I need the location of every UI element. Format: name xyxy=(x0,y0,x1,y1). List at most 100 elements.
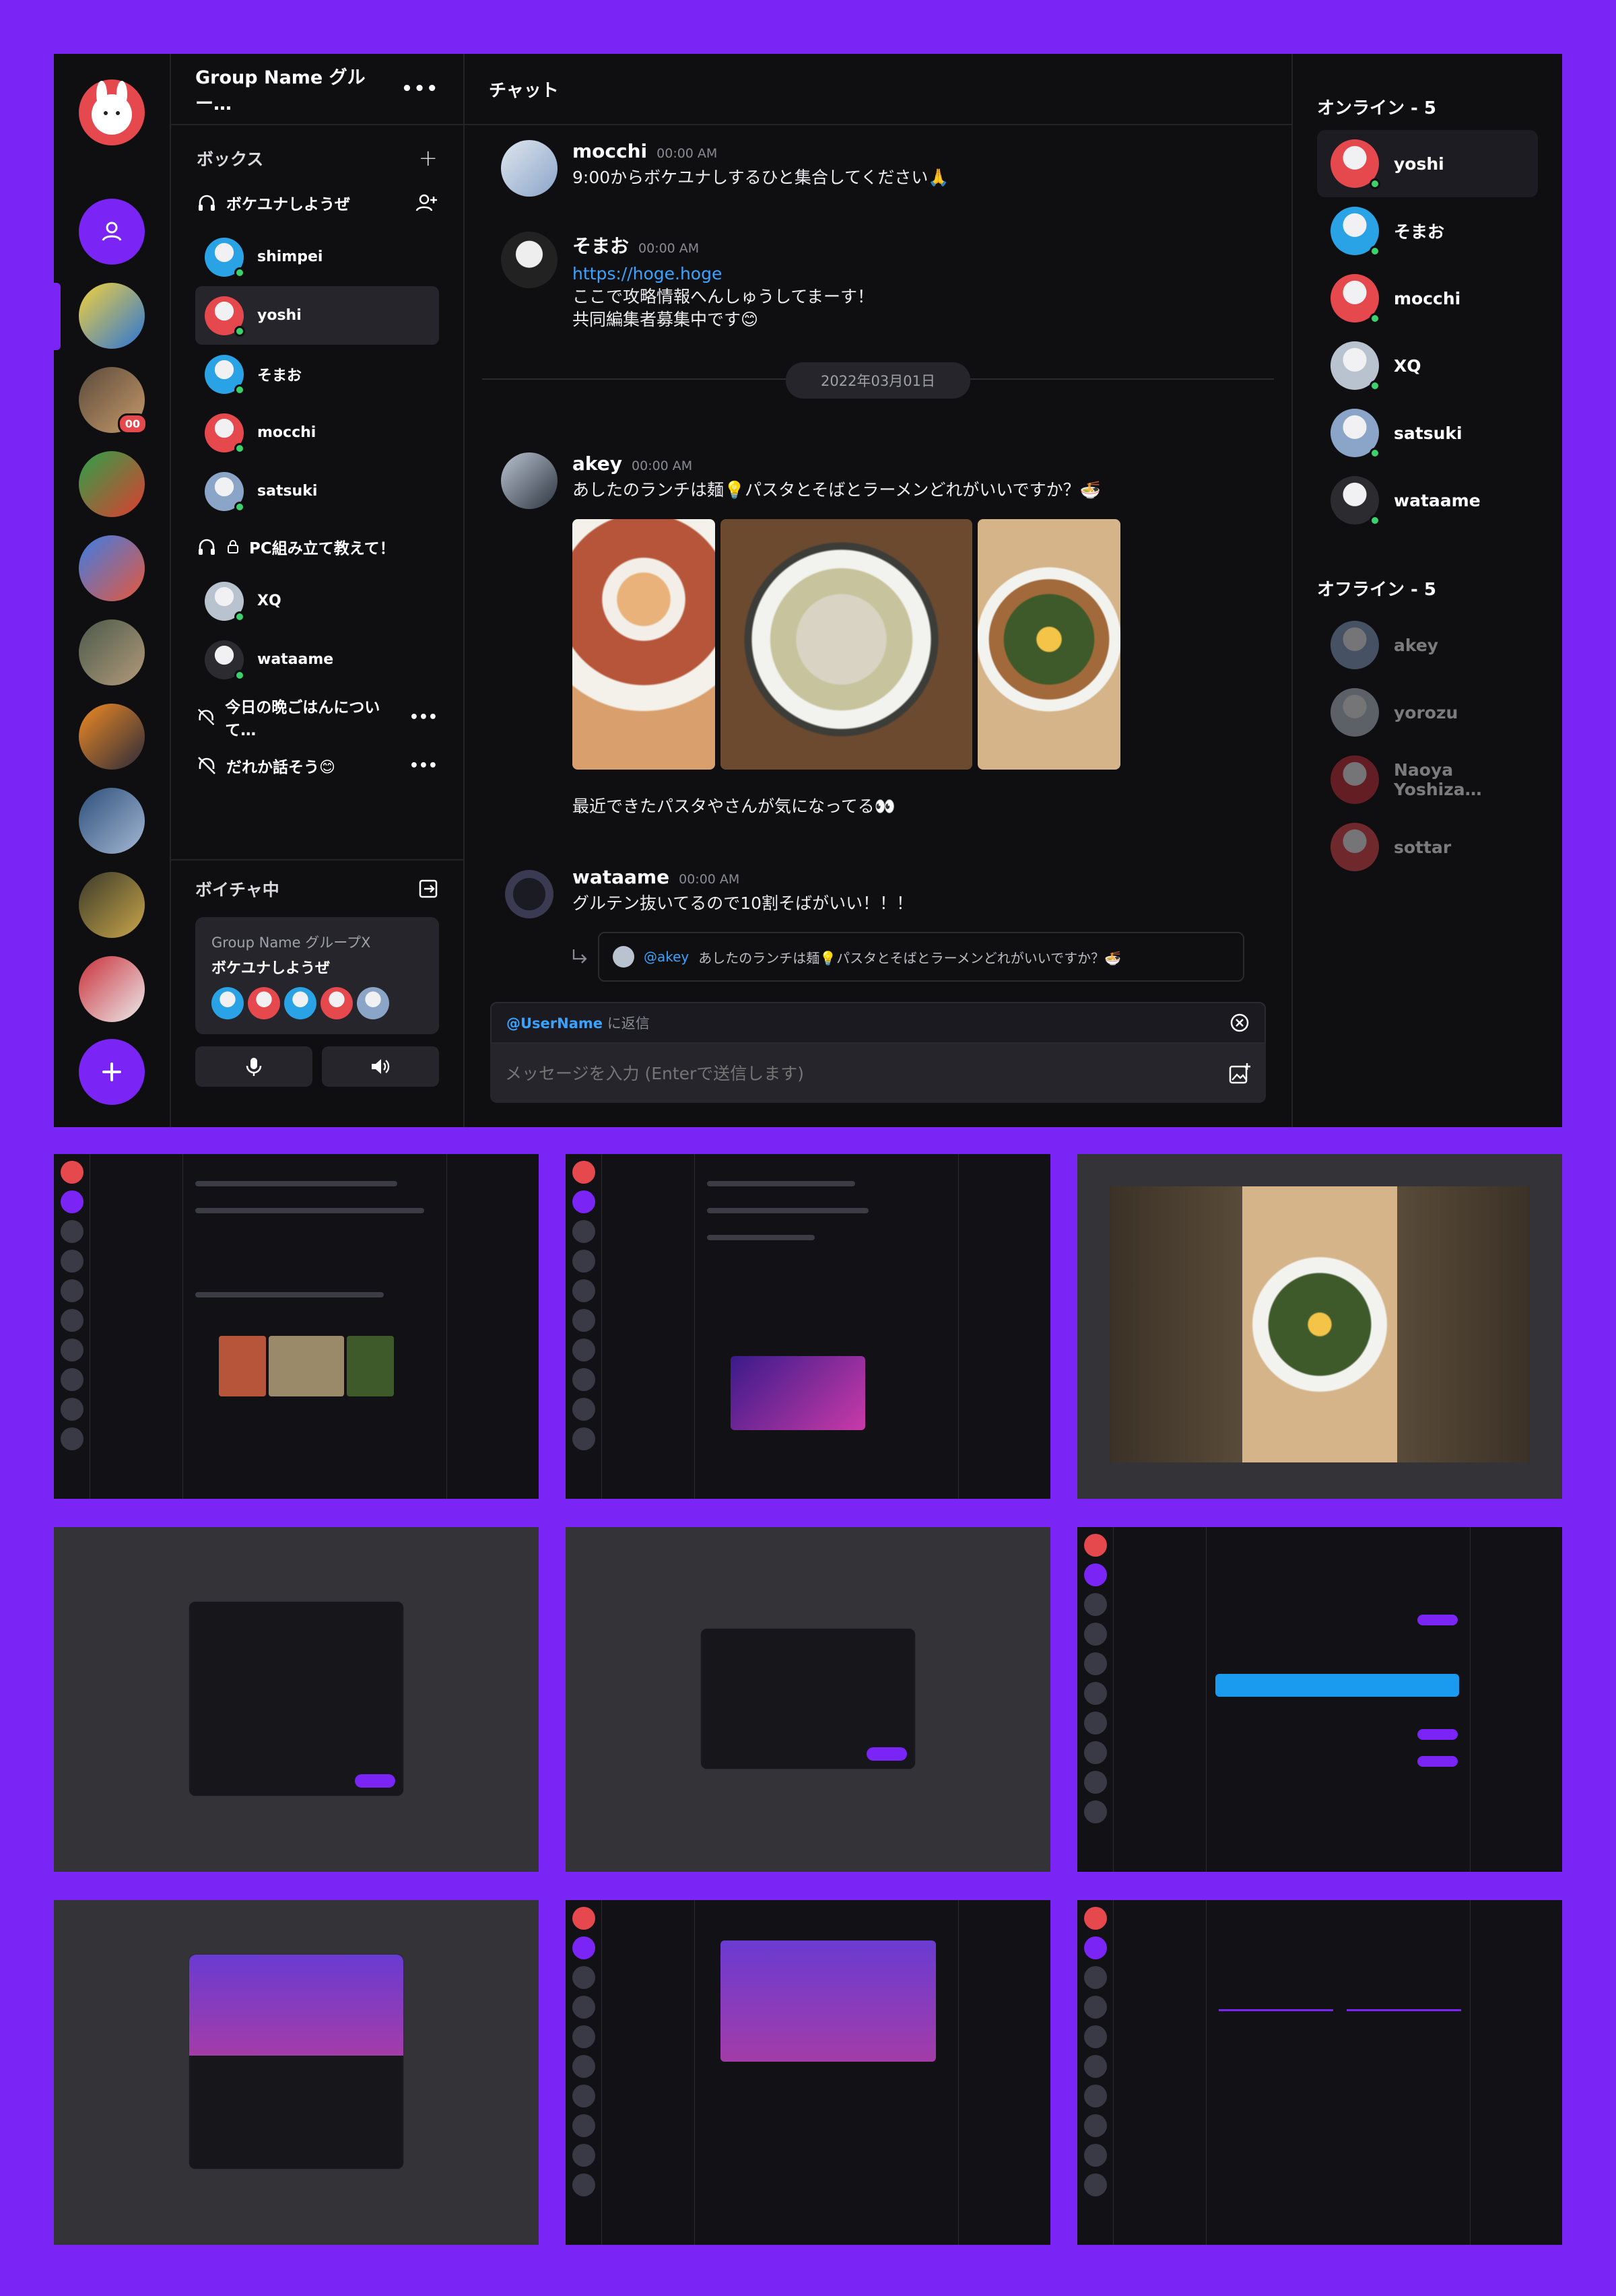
add-server-button[interactable] xyxy=(79,1039,145,1105)
avatar[interactable] xyxy=(1331,688,1379,737)
thumbnail-chat[interactable] xyxy=(54,1154,539,1499)
avatar[interactable] xyxy=(205,471,245,512)
message-time: 00:00 AM xyxy=(632,459,693,473)
leave-icon[interactable] xyxy=(417,878,439,900)
attachment-image-ramen[interactable] xyxy=(978,519,1120,770)
attachment-image-pasta[interactable] xyxy=(572,519,715,770)
avatar[interactable] xyxy=(501,866,558,922)
mic-button[interactable] xyxy=(195,1046,312,1087)
message-author[interactable]: akey xyxy=(572,452,622,475)
server-pokemon-unite[interactable] xyxy=(79,283,145,349)
thumbnail-profile-modal[interactable] xyxy=(54,1900,539,2245)
thumbnail-my-profile[interactable] xyxy=(566,1900,1050,2245)
profile-button[interactable] xyxy=(79,199,145,265)
message-author[interactable]: mocchi xyxy=(572,140,647,162)
server-3[interactable] xyxy=(79,451,145,517)
avatar[interactable] xyxy=(205,581,245,622)
muted-headphone-icon xyxy=(197,708,215,726)
server-call-of-duty[interactable] xyxy=(79,872,145,938)
member-name: wataame xyxy=(257,651,334,668)
server-5[interactable] xyxy=(79,619,145,685)
server-overwatch[interactable] xyxy=(79,704,145,770)
avatar[interactable] xyxy=(1331,823,1379,871)
text-channel-1[interactable]: 今日の晩ごはんについて… ••• xyxy=(171,693,463,741)
thumbnail-create-box-modal[interactable] xyxy=(54,1527,539,1872)
avatar[interactable] xyxy=(321,987,353,1019)
add-image-icon[interactable] xyxy=(1228,1062,1251,1085)
more-icon[interactable]: ••• xyxy=(409,709,438,726)
member-item[interactable]: sottar xyxy=(1317,813,1538,881)
avatar[interactable] xyxy=(205,354,245,395)
member-item[interactable]: yorozu xyxy=(1317,679,1538,746)
more-icon[interactable]: ••• xyxy=(401,79,439,99)
voice-channel-1[interactable]: ボケユナしようぜ xyxy=(171,183,463,222)
date-divider: 2022年03月01日 xyxy=(482,362,1274,399)
avatar[interactable] xyxy=(1331,409,1380,459)
voice-member[interactable]: yoshi xyxy=(195,286,439,345)
reply-user[interactable]: @akey xyxy=(644,949,689,965)
member-item[interactable]: akey xyxy=(1317,611,1538,679)
message-input[interactable] xyxy=(505,1063,1111,1083)
member-item[interactable]: satsuki xyxy=(1317,399,1538,467)
voice-member[interactable]: shimpei xyxy=(195,228,439,286)
thumbnail-direct-message[interactable] xyxy=(566,1154,1050,1499)
avatar[interactable] xyxy=(501,452,558,509)
message-author[interactable]: wataame xyxy=(572,866,669,888)
thumbnail-image-viewer[interactable] xyxy=(1077,1154,1562,1499)
more-icon[interactable]: ••• xyxy=(409,757,438,774)
member-item[interactable]: mocchi xyxy=(1317,265,1538,332)
message-author[interactable]: そまお xyxy=(572,235,629,257)
online-status-dot xyxy=(234,325,245,337)
reply-reference[interactable]: @akey あしたのランチは麺💡パスタとそばとラーメンどれがいいですか？🍜 xyxy=(598,932,1244,982)
thumbnail-create-group-modal[interactable] xyxy=(566,1527,1050,1872)
member-item[interactable]: wataame xyxy=(1317,467,1538,534)
composer: @UserName に返信 xyxy=(490,1002,1266,1103)
avatar[interactable] xyxy=(211,987,244,1019)
avatar[interactable] xyxy=(1331,139,1380,189)
member-item[interactable]: yoshi xyxy=(1317,130,1538,197)
add-user-icon[interactable] xyxy=(415,193,438,213)
voice-channel-2[interactable]: PC組み立て教えて！ xyxy=(171,527,463,566)
message-time: 00:00 AM xyxy=(656,146,718,161)
message-link[interactable]: https://hoge.hoge xyxy=(572,263,874,285)
voice-status-card[interactable]: Group Name グループX ボケユナしようぜ xyxy=(195,917,439,1034)
avatar[interactable] xyxy=(501,232,558,288)
server-7[interactable] xyxy=(79,788,145,854)
member-item[interactable]: XQ xyxy=(1317,332,1538,399)
member-name: そまお xyxy=(257,367,302,384)
server-rainbow-six[interactable]: 00 xyxy=(79,367,147,434)
avatar[interactable] xyxy=(1331,621,1379,669)
avatar[interactable] xyxy=(501,140,558,197)
server-9[interactable] xyxy=(79,956,145,1022)
avatar[interactable] xyxy=(1331,207,1380,257)
avatar[interactable] xyxy=(357,987,389,1019)
speaker-button[interactable] xyxy=(322,1046,439,1087)
voice-member[interactable]: satsuki xyxy=(195,462,439,520)
member-name: sottar xyxy=(1394,837,1452,857)
avatar[interactable] xyxy=(1331,274,1380,324)
voice-member[interactable]: mocchi xyxy=(195,403,439,462)
avatar[interactable] xyxy=(205,237,245,278)
avatar[interactable] xyxy=(205,296,245,337)
app-logo-avatar[interactable] xyxy=(79,79,145,145)
thumbnail-friend-search[interactable] xyxy=(1077,1527,1562,1872)
avatar[interactable] xyxy=(1331,476,1380,526)
voice-member[interactable]: wataame xyxy=(195,630,439,689)
online-status-dot xyxy=(234,267,245,278)
avatar[interactable] xyxy=(205,640,245,681)
member-item[interactable]: そまお xyxy=(1317,197,1538,265)
member-item[interactable]: Naoya Yoshiza… xyxy=(1317,746,1538,813)
text-channel-2[interactable]: だれか話そう😊 ••• xyxy=(171,741,463,790)
voice-member[interactable]: XQ xyxy=(195,572,439,630)
thumbnail-audio-settings[interactable] xyxy=(1077,1900,1562,2245)
avatar[interactable] xyxy=(248,987,280,1019)
voice-member[interactable]: そまお xyxy=(195,345,439,403)
avatar[interactable] xyxy=(1331,755,1379,804)
avatar[interactable] xyxy=(1331,341,1380,391)
add-box-icon[interactable]: + xyxy=(419,145,438,172)
server-fortnite[interactable] xyxy=(79,535,145,601)
avatar[interactable] xyxy=(284,987,316,1019)
close-icon[interactable] xyxy=(1230,1013,1250,1033)
avatar[interactable] xyxy=(205,413,245,454)
attachment-image-soba[interactable] xyxy=(720,519,972,770)
